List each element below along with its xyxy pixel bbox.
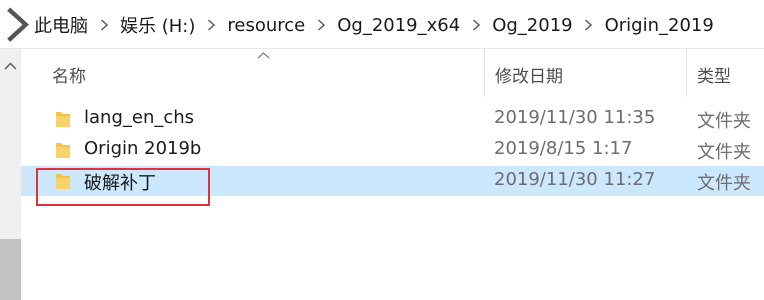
breadcrumb-item-this-pc[interactable]: 此电脑 <box>32 12 90 38</box>
file-row-origin-2019b[interactable]: Origin 2019b 2019/8/15 1:17 文件夹 <box>21 135 764 165</box>
annotation-highlight-box <box>36 168 210 206</box>
column-header-name[interactable]: 名称 <box>52 62 86 87</box>
file-row-lang-en-chs[interactable]: lang_en_chs 2019/11/30 11:35 文件夹 <box>21 104 764 134</box>
chevron-right-icon[interactable] <box>197 19 225 31</box>
file-type: 文件夹 <box>697 111 751 132</box>
file-date: 2019/11/30 11:35 <box>494 107 656 128</box>
column-divider[interactable] <box>484 49 485 97</box>
column-header-date-modified[interactable]: 修改日期 <box>495 62 563 87</box>
chevron-right-icon[interactable] <box>575 19 603 31</box>
breadcrumb: 此电脑 娱乐 (H:) resource Og_2019_x64 Og_2019… <box>0 7 716 43</box>
breadcrumb-item-drive[interactable]: 娱乐 (H:) <box>118 12 197 38</box>
file-name[interactable]: Origin 2019b <box>84 138 201 159</box>
chevron-right-icon[interactable] <box>0 6 32 43</box>
column-divider[interactable] <box>686 49 687 97</box>
file-date: 2019/11/30 11:27 <box>494 169 656 190</box>
nav-pane-scrollbar[interactable] <box>0 49 21 300</box>
file-type: 文件夹 <box>697 142 751 163</box>
breadcrumb-item-og-2019-x64[interactable]: Og_2019_x64 <box>335 15 462 36</box>
scrollbar-thumb[interactable] <box>0 239 21 300</box>
folder-icon <box>56 143 70 158</box>
sort-ascending-icon <box>257 52 270 59</box>
folder-icon <box>56 112 70 127</box>
breadcrumb-item-origin-2019[interactable]: Origin_2019 <box>603 15 716 36</box>
breadcrumb-item-resource[interactable]: resource <box>225 15 307 36</box>
address-bar[interactable]: 此电脑 娱乐 (H:) resource Og_2019_x64 Og_2019… <box>0 0 764 49</box>
file-name[interactable]: lang_en_chs <box>84 107 194 128</box>
chevron-right-icon[interactable] <box>307 19 335 31</box>
chevron-right-icon[interactable] <box>90 19 118 31</box>
chevron-right-icon[interactable] <box>462 19 490 31</box>
column-headers: 名称 修改日期 类型 <box>21 49 764 97</box>
file-date: 2019/8/15 1:17 <box>494 138 633 159</box>
breadcrumb-item-og-2019[interactable]: Og_2019 <box>490 15 574 36</box>
column-header-type[interactable]: 类型 <box>697 62 731 87</box>
scroll-up-icon[interactable] <box>4 62 17 70</box>
file-type: 文件夹 <box>697 173 751 194</box>
